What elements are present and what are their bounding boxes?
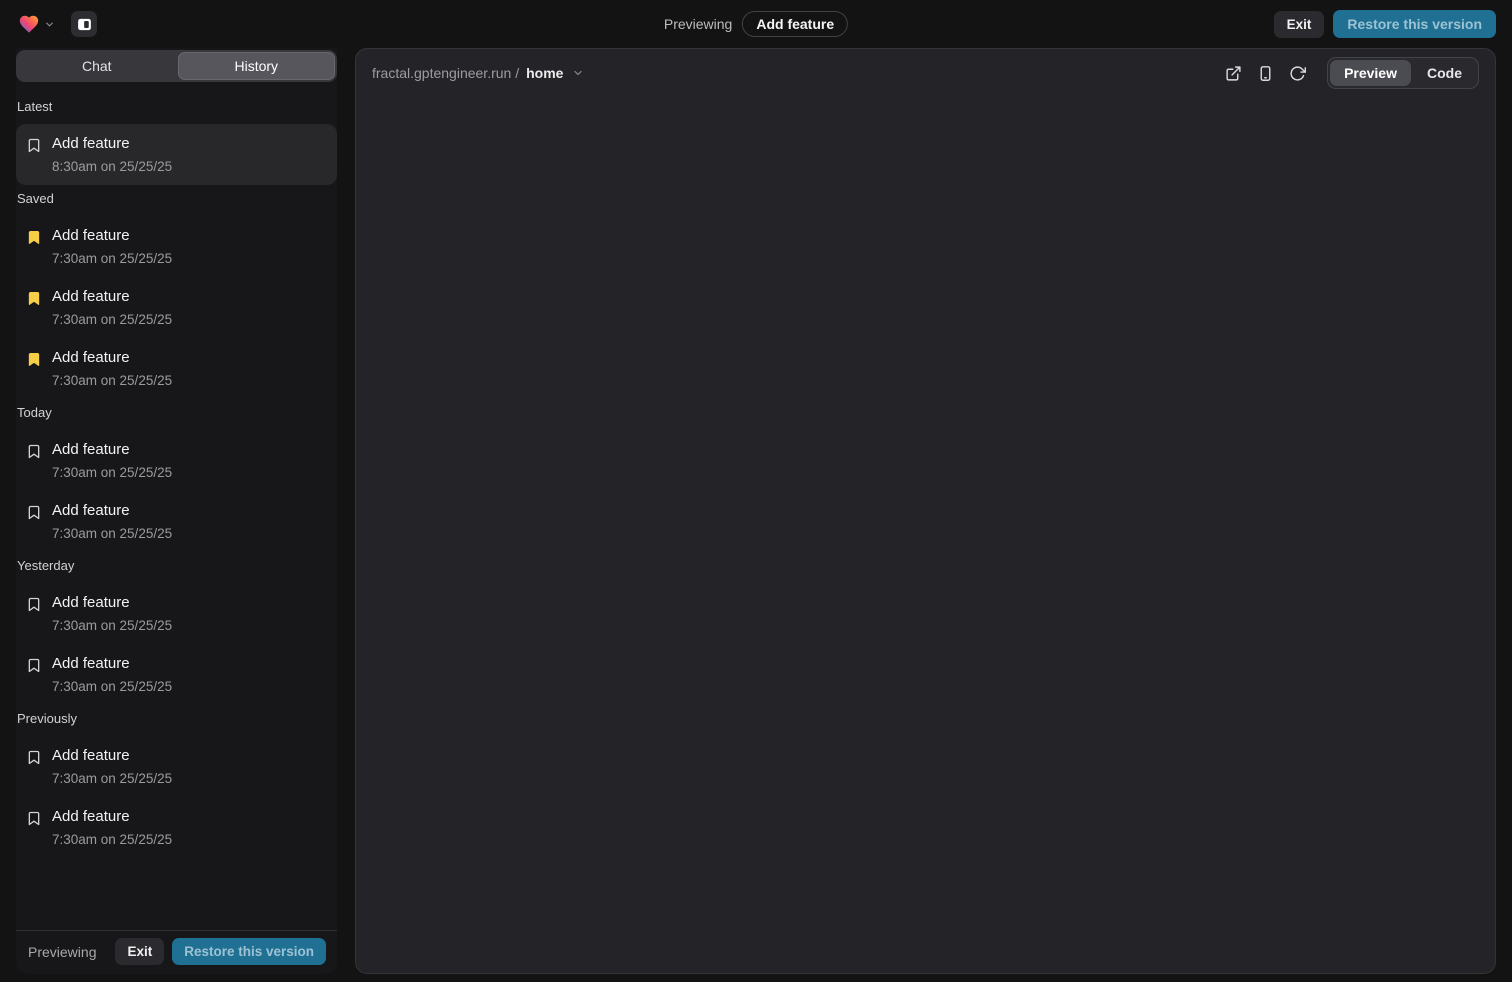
bookmark-outline-icon — [26, 749, 42, 767]
section-title: Saved — [16, 191, 337, 206]
history-item-timestamp: 8:30am on 25/25/25 — [52, 159, 172, 174]
section-title: Today — [16, 405, 337, 420]
exit-button[interactable]: Exit — [1274, 11, 1325, 38]
url-breadcrumb-dropdown[interactable]: fractal.gptengineer.run / home — [372, 65, 584, 81]
history-item-title: Add feature — [52, 655, 172, 672]
section-title: Previously — [16, 711, 337, 726]
content-area: Chat History Latest Add feature 8:30am o… — [0, 48, 1512, 982]
bookmark-outline-icon — [26, 137, 42, 155]
previewing-status-label: Previewing — [664, 16, 732, 32]
history-item[interactable]: Add feature 7:30am on 25/25/25 — [16, 338, 337, 399]
history-item[interactable]: Add feature 7:30am on 25/25/25 — [16, 216, 337, 277]
refresh-button[interactable] — [1283, 59, 1311, 87]
history-item[interactable]: Add feature 7:30am on 25/25/25 — [16, 277, 337, 338]
history-item-timestamp: 7:30am on 25/25/25 — [52, 618, 172, 633]
sidebar-toggle-button[interactable] — [71, 11, 97, 37]
breadcrumb-page: home — [526, 65, 563, 81]
chevron-down-icon — [572, 67, 584, 79]
mobile-view-button[interactable] — [1251, 59, 1279, 87]
history-item[interactable]: Add feature 7:30am on 25/25/25 — [16, 583, 337, 644]
history-item-title: Add feature — [52, 747, 172, 764]
external-link-icon — [1225, 65, 1242, 82]
bookmark-outline-icon — [26, 596, 42, 614]
history-item[interactable]: Add feature 8:30am on 25/25/25 — [16, 124, 337, 185]
history-item-title: Add feature — [52, 227, 172, 244]
bookmark-outline-icon — [26, 810, 42, 828]
history-item-timestamp: 7:30am on 25/25/25 — [52, 679, 172, 694]
preview-actions: Preview Code — [1219, 57, 1479, 89]
lovable-heart-logo-icon — [18, 13, 40, 35]
exit-button[interactable]: Exit — [115, 938, 164, 965]
preview-panel: fractal.gptengineer.run / home — [355, 48, 1496, 974]
history-item[interactable]: Add feature 7:30am on 25/25/25 — [16, 644, 337, 705]
history-item-title: Add feature — [52, 441, 172, 458]
bookmark-outline-icon — [26, 443, 42, 461]
history-item-timestamp: 7:30am on 25/25/25 — [52, 373, 172, 388]
section-previously: Previously Add feature 7:30am on 25/25/2… — [16, 711, 337, 858]
top-bar-right: Exit Restore this version — [1274, 10, 1496, 38]
refresh-icon — [1289, 65, 1306, 82]
tab-code[interactable]: Code — [1413, 60, 1476, 86]
section-saved: Saved Add feature 7:30am on 25/25/25 — [16, 191, 337, 399]
sidebar-tab-bar: Chat History — [16, 50, 337, 82]
history-sidebar: Chat History Latest Add feature 8:30am o… — [16, 48, 337, 974]
history-item-timestamp: 7:30am on 25/25/25 — [52, 312, 172, 327]
top-bar-center: Previewing Add feature — [664, 0, 848, 48]
tab-preview[interactable]: Preview — [1330, 60, 1411, 86]
project-menu-button[interactable] — [16, 11, 57, 37]
restore-version-button[interactable]: Restore this version — [172, 938, 326, 965]
history-item-timestamp: 7:30am on 25/25/25 — [52, 526, 172, 541]
history-item-timestamp: 7:30am on 25/25/25 — [52, 465, 172, 480]
history-item[interactable]: Add feature 7:30am on 25/25/25 — [16, 430, 337, 491]
history-item-title: Add feature — [52, 135, 172, 152]
app-window: Previewing Add feature Exit Restore this… — [0, 0, 1512, 982]
history-item[interactable]: Add feature 7:30am on 25/25/25 — [16, 797, 337, 858]
panel-left-icon — [76, 16, 93, 33]
bookmark-filled-icon — [26, 351, 42, 369]
section-title: Latest — [16, 99, 337, 114]
smartphone-icon — [1257, 65, 1274, 82]
section-title: Yesterday — [16, 558, 337, 573]
history-item-timestamp: 7:30am on 25/25/25 — [52, 251, 172, 266]
top-bar-left — [16, 11, 97, 37]
restore-version-button[interactable]: Restore this version — [1333, 10, 1496, 38]
history-list: Latest Add feature 8:30am on 25/25/25 Sa… — [16, 82, 337, 930]
history-item-title: Add feature — [52, 594, 172, 611]
history-item-title: Add feature — [52, 502, 172, 519]
preview-code-toggle: Preview Code — [1327, 57, 1479, 89]
history-item-timestamp: 7:30am on 25/25/25 — [52, 771, 172, 786]
section-today: Today Add feature 7:30am on 25/25/25 — [16, 405, 337, 552]
bookmark-outline-icon — [26, 504, 42, 522]
top-bar: Previewing Add feature Exit Restore this… — [0, 0, 1512, 48]
history-item-title: Add feature — [52, 288, 172, 305]
app-preview-viewport[interactable] — [356, 97, 1495, 973]
history-item-title: Add feature — [52, 808, 172, 825]
bookmark-filled-icon — [26, 229, 42, 247]
bookmark-outline-icon — [26, 657, 42, 675]
history-item-timestamp: 7:30am on 25/25/25 — [52, 832, 172, 847]
open-in-new-tab-button[interactable] — [1219, 59, 1247, 87]
previewing-status-label: Previewing — [28, 944, 96, 960]
version-name-badge: Add feature — [742, 11, 848, 37]
history-item-title: Add feature — [52, 349, 172, 366]
section-yesterday: Yesterday Add feature 7:30am on 25/25/25 — [16, 558, 337, 705]
chevron-down-icon — [44, 19, 55, 30]
section-latest: Latest Add feature 8:30am on 25/25/25 — [16, 99, 337, 185]
sidebar-footer: Previewing Exit Restore this version — [16, 930, 337, 974]
tab-chat[interactable]: Chat — [18, 52, 176, 80]
tab-history[interactable]: History — [178, 52, 336, 80]
bookmark-filled-icon — [26, 290, 42, 308]
history-item[interactable]: Add feature 7:30am on 25/25/25 — [16, 736, 337, 797]
history-item[interactable]: Add feature 7:30am on 25/25/25 — [16, 491, 337, 552]
breadcrumb-host: fractal.gptengineer.run / — [372, 65, 519, 81]
preview-header: fractal.gptengineer.run / home — [356, 49, 1495, 97]
